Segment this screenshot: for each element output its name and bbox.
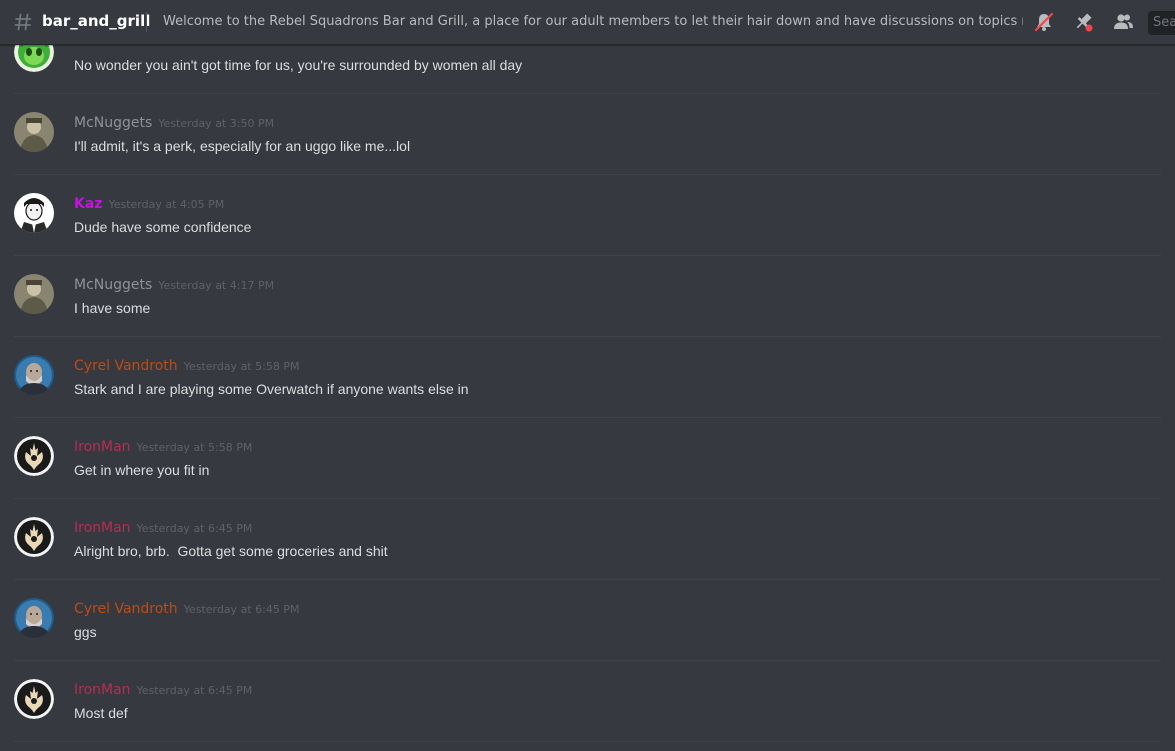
- channel-name: bar_and_grill: [42, 12, 151, 30]
- message-item[interactable]: Cyrel Vandroth Yesterday at 6:45 PM ggs: [0, 580, 1175, 661]
- search-input[interactable]: Sea: [1148, 11, 1175, 35]
- armored-figure-avatar[interactable]: [14, 598, 54, 638]
- mute-bell-icon[interactable]: [1032, 10, 1056, 34]
- rebel-emblem-avatar[interactable]: [14, 679, 54, 719]
- pin-icon[interactable]: [1071, 10, 1095, 34]
- header-divider: [146, 12, 147, 32]
- rebel-emblem-avatar[interactable]: [14, 517, 54, 557]
- message-item[interactable]: IronMan Yesterday at 6:45 PM Alright bro,…: [0, 499, 1175, 580]
- message-text: Dude have some confidence: [74, 219, 252, 235]
- message-text: I'll admit, it's a perk, especially for …: [74, 138, 411, 154]
- message-text: Most def: [74, 705, 128, 721]
- message-item[interactable]: IronMan Yesterday at 6:45 PM Most def: [0, 661, 1175, 742]
- author-name[interactable]: Cyrel Vandroth: [74, 601, 178, 617]
- armored-figure-avatar[interactable]: [14, 355, 54, 395]
- message-timestamp: Yesterday at 6:45 PM: [136, 522, 253, 535]
- author-name[interactable]: McNuggets: [74, 115, 152, 131]
- message-text: I have some: [74, 300, 151, 316]
- message-timestamp: Yesterday at 6:45 PM: [136, 684, 253, 697]
- message-author[interactable]: IronMan Yesterday at 6:45 PM: [74, 519, 252, 538]
- message-item[interactable]: Cyrel Vandroth Yesterday at 5:58 PM Stark…: [0, 337, 1175, 418]
- channel-topic[interactable]: Welcome to the Rebel Squadrons Bar and G…: [163, 12, 1023, 32]
- message-author[interactable]: IronMan Yesterday at 5:58 PM: [74, 438, 252, 457]
- message-author[interactable]: Kaz Yesterday at 4:05 PM: [74, 195, 224, 214]
- hash-icon: [12, 11, 34, 33]
- message-item[interactable]: McNuggets Yesterday at 4:17 PM I have som…: [0, 256, 1175, 337]
- author-name[interactable]: Kaz: [74, 196, 102, 212]
- message-text: No wonder you ain't got time for us, you…: [74, 57, 523, 73]
- message-timestamp: Yesterday at 4:05 PM: [108, 198, 225, 211]
- message-timestamp: Yesterday at 3:50 PM: [158, 117, 275, 130]
- message-author[interactable]: IronMan Yesterday at 6:45 PM: [74, 681, 252, 700]
- message-text: Alright bro, brb. Gotta get some groceri…: [74, 543, 388, 559]
- message-timestamp: Yesterday at 6:45 PM: [183, 603, 300, 616]
- message-timestamp: Yesterday at 5:58 PM: [136, 441, 253, 454]
- message-timestamp: Yesterday at 5:58 PM: [183, 360, 300, 373]
- vintage-photo-avatar[interactable]: [14, 274, 54, 314]
- message-author[interactable]: Cyrel Vandroth Yesterday at 6:45 PM: [74, 600, 299, 619]
- message-author[interactable]: McNuggets Yesterday at 3:50 PM: [74, 114, 274, 133]
- members-icon[interactable]: [1111, 10, 1135, 34]
- message-item[interactable]: McNuggets Yesterday at 3:50 PM I'll admit…: [0, 94, 1175, 175]
- message-text: Get in where you fit in: [74, 462, 210, 478]
- message-list[interactable]: No wonder you ain't got time for us, you…: [0, 0, 1175, 751]
- message-item[interactable]: Kaz Yesterday at 4:05 PM Dude have some c…: [0, 175, 1175, 256]
- message-text: Stark and I are playing some Overwatch i…: [74, 381, 469, 397]
- rebel-emblem-avatar[interactable]: [14, 436, 54, 476]
- message-divider: [14, 741, 1161, 742]
- message-text: ggs: [74, 624, 97, 640]
- vintage-photo-avatar[interactable]: [14, 112, 54, 152]
- channel-header: bar_and_grill Welcome to the Rebel Squad…: [0, 0, 1175, 45]
- message-timestamp: Yesterday at 4:17 PM: [158, 279, 275, 292]
- message-author[interactable]: McNuggets Yesterday at 4:17 PM: [74, 276, 274, 295]
- author-name[interactable]: IronMan: [74, 439, 131, 455]
- cartoon-man-avatar[interactable]: [14, 193, 54, 233]
- author-name[interactable]: Cyrel Vandroth: [74, 358, 178, 374]
- message-author[interactable]: Cyrel Vandroth Yesterday at 5:58 PM: [74, 357, 299, 376]
- message-item[interactable]: IronMan Yesterday at 5:58 PM Get in where…: [0, 418, 1175, 499]
- author-name[interactable]: IronMan: [74, 682, 131, 698]
- author-name[interactable]: McNuggets: [74, 277, 152, 293]
- author-name[interactable]: IronMan: [74, 520, 131, 536]
